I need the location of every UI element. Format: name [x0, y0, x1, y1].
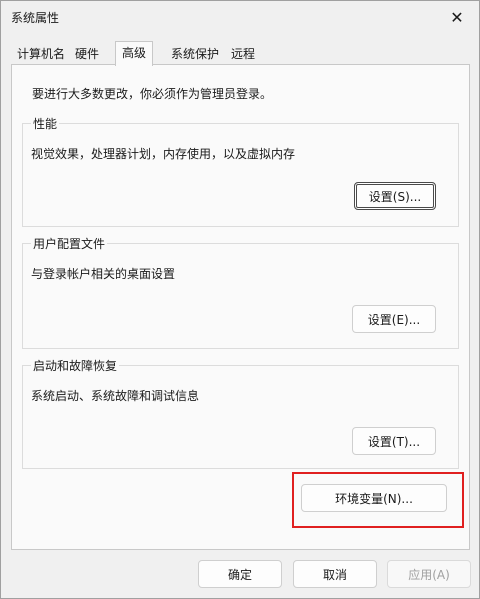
- user-profiles-settings-button[interactable]: 设置(E)...: [352, 305, 436, 333]
- cancel-button[interactable]: 取消: [293, 560, 377, 588]
- tab-bar: 计算机名 硬件 高级 系统保护 远程: [11, 41, 471, 66]
- startup-recovery-description: 系统启动、系统故障和调试信息: [31, 389, 200, 403]
- apply-button[interactable]: 应用(A): [387, 560, 471, 588]
- tab-advanced[interactable]: 高级: [115, 41, 154, 66]
- close-icon: ✕: [450, 7, 464, 27]
- tab-hardware[interactable]: 硬件: [69, 44, 105, 65]
- title-bar: 系统属性 ✕: [1, 1, 479, 33]
- startup-recovery-settings-button[interactable]: 设置(T)...: [352, 427, 436, 455]
- close-button[interactable]: ✕: [435, 1, 479, 33]
- user-profiles-legend: 用户配置文件: [31, 235, 108, 252]
- performance-settings-button[interactable]: 设置(S)...: [354, 182, 436, 210]
- system-properties-dialog: 系统属性 ✕ 计算机名 硬件 高级 系统保护 远程 要进行大多数更改，你必须作为…: [0, 0, 480, 599]
- tab-system-protection[interactable]: 系统保护: [165, 44, 225, 65]
- tab-computer-name[interactable]: 计算机名: [11, 44, 71, 65]
- user-profiles-description: 与登录帐户相关的桌面设置: [31, 267, 176, 281]
- performance-group: 性能 视觉效果，处理器计划，内存使用，以及虚拟内存 设置(S)...: [22, 115, 459, 227]
- performance-legend: 性能: [31, 115, 60, 132]
- user-profiles-group: 用户配置文件 与登录帐户相关的桌面设置 设置(E)...: [22, 235, 459, 349]
- performance-description: 视觉效果，处理器计划，内存使用，以及虚拟内存: [31, 147, 296, 161]
- startup-recovery-group: 启动和故障恢复 系统启动、系统故障和调试信息 设置(T)...: [22, 357, 459, 469]
- tab-remote[interactable]: 远程: [225, 44, 261, 65]
- startup-recovery-legend: 启动和故障恢复: [31, 357, 120, 374]
- ok-button[interactable]: 确定: [198, 560, 282, 588]
- highlight-annotation: [292, 472, 464, 528]
- admin-notice: 要进行大多数更改，你必须作为管理员登录。: [32, 87, 273, 101]
- window-title: 系统属性: [11, 11, 60, 25]
